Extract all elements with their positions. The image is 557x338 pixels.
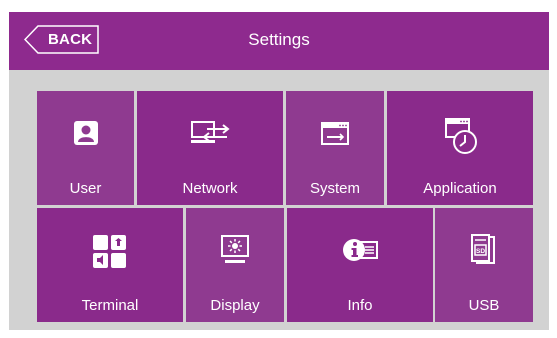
display-icon [221, 235, 249, 263]
tile-label: Network [182, 180, 238, 197]
system-icon [321, 122, 349, 145]
header-bar: BACK Settings [9, 12, 549, 70]
tile-label: Info [347, 297, 373, 314]
network-icon [191, 121, 230, 143]
tile-terminal[interactable]: Terminal [37, 208, 183, 322]
tile-label: User [69, 180, 102, 197]
sd-card-icon: SD [471, 234, 495, 264]
tile-network[interactable]: Network [137, 91, 283, 205]
terminal-icon [93, 235, 126, 268]
application-icon [445, 118, 477, 154]
svg-text:SD: SD [476, 248, 485, 255]
tile-label: System [309, 180, 360, 197]
tile-info[interactable]: Info [287, 208, 433, 322]
info-icon [343, 239, 378, 261]
tile-label: Terminal [81, 297, 139, 314]
tile-label: Display [210, 297, 260, 314]
page-title: Settings [248, 30, 310, 49]
tile-user[interactable]: User [37, 91, 134, 205]
user-icon [74, 121, 98, 145]
tile-label: USB [468, 297, 500, 314]
tile-display[interactable]: Display [186, 208, 284, 322]
tile-system[interactable]: System [286, 91, 384, 205]
tile-usb[interactable]: SD USB [435, 208, 533, 322]
tile-application[interactable]: Application [387, 91, 533, 205]
tile-label: Application [423, 180, 497, 197]
settings-grid: User Network System Application Terminal… [9, 70, 549, 330]
